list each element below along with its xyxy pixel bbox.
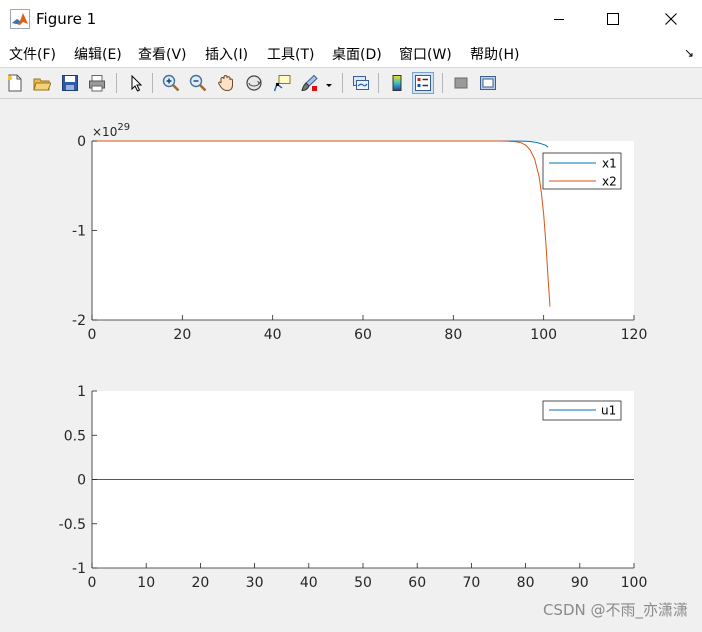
menu-tools[interactable]: 工具(T) — [267, 44, 314, 64]
x-tick-label: 30 — [246, 575, 264, 591]
toolbar-separator — [152, 73, 153, 93]
open-file-icon[interactable] — [31, 72, 53, 94]
legend-label-u1: u1 — [601, 404, 616, 418]
menu-edit[interactable]: 编辑(E) — [74, 44, 122, 64]
toolbar-separator — [442, 73, 443, 93]
menu-desktop[interactable]: 桌面(D) — [332, 44, 382, 64]
rotate-3d-icon[interactable] — [243, 72, 265, 94]
y-tick-label: -1 — [72, 224, 86, 240]
x-tick-label: 20 — [191, 575, 209, 591]
close-icon — [665, 13, 677, 25]
minimize-icon — [554, 19, 564, 20]
x-tick-label: 40 — [264, 327, 282, 343]
edit-plot-arrow-icon[interactable] — [125, 72, 147, 94]
menu-view[interactable]: 查看(V) — [138, 44, 187, 64]
axes-top[interactable]: 0 20 40 60 80 100 120 0 -1 -2 ×1029 x1 x2 — [72, 122, 647, 343]
menu-help[interactable]: 帮助(H) — [470, 44, 519, 64]
axes-bottom[interactable]: 0 10 20 30 40 50 60 70 80 90 100 1 0.5 0 -0.5 -1 u1 — [59, 384, 648, 591]
y-tick-label: 0 — [77, 473, 86, 489]
pan-hand-icon[interactable] — [215, 72, 237, 94]
x-tick-label: 90 — [571, 575, 589, 591]
toolbar-separator — [116, 73, 117, 93]
x-tick-label: 40 — [300, 575, 318, 591]
watermark: CSDN @不雨_亦潇潇 — [542, 601, 688, 619]
y-tick-label: 0 — [77, 134, 86, 150]
legend-label-x2: x2 — [602, 175, 617, 189]
x-tick-label: 0 — [88, 327, 97, 343]
exponent-label: ×1029 — [92, 122, 130, 139]
x-tick-label: 80 — [517, 575, 535, 591]
close-button[interactable] — [648, 0, 694, 38]
legend-bottom[interactable]: u1 — [542, 400, 622, 421]
insert-colorbar-icon[interactable] — [386, 72, 408, 94]
menu-insert[interactable]: 插入(I) — [205, 44, 248, 64]
figure-canvas: 0 20 40 60 80 100 120 0 -1 -2 ×1029 x1 x2 0 10 20 30… — [0, 99, 702, 628]
x-tick-label: 60 — [408, 575, 426, 591]
x-tick-label: 120 — [621, 327, 648, 343]
x-tick-label: 80 — [444, 327, 462, 343]
hide-plot-tools-icon[interactable] — [450, 72, 472, 94]
show-plot-tools-icon[interactable] — [477, 72, 499, 94]
legend-label-x1: x1 — [602, 157, 617, 171]
window-title: Figure 1 — [36, 10, 97, 28]
y-tick-label: -0.5 — [59, 517, 86, 533]
title-bar: Figure 1 — [0, 0, 702, 38]
figure-toolbar — [0, 67, 702, 99]
zoom-in-icon[interactable] — [160, 72, 182, 94]
maximize-button[interactable] — [590, 0, 636, 38]
x-tick-label: 100 — [530, 327, 557, 343]
matlab-logo-icon — [10, 9, 30, 29]
link-plot-icon[interactable] — [350, 72, 372, 94]
maximize-icon — [607, 13, 619, 25]
dock-arrow-icon[interactable]: ↘ — [684, 46, 694, 60]
x-tick-label: 10 — [137, 575, 155, 591]
brush-dropdown-icon[interactable] — [322, 72, 336, 94]
toolbar-separator — [342, 73, 343, 93]
legend-top[interactable]: x1 x2 — [542, 152, 622, 190]
menu-file[interactable]: 文件(F) — [9, 44, 56, 64]
x-tick-label: 50 — [354, 575, 372, 591]
save-icon[interactable] — [59, 72, 81, 94]
data-cursor-icon[interactable] — [271, 72, 293, 94]
plots-svg: 0 20 40 60 80 100 1200-1-2 ×1029 x1 x2 0 10 20 30… — [59, 122, 648, 591]
y-tick-label: 1 — [77, 384, 86, 400]
print-icon[interactable] — [86, 72, 108, 94]
minimize-button[interactable] — [536, 0, 582, 38]
y-tick-label: 0.5 — [64, 428, 86, 444]
new-figure-icon[interactable] — [4, 72, 26, 94]
x-tick-label: 0 — [88, 575, 97, 591]
menu-window[interactable]: 窗口(W) — [399, 44, 452, 64]
x-tick-label: 20 — [173, 327, 191, 343]
x-tick-label: 70 — [462, 575, 480, 591]
y-tick-label: -2 — [72, 313, 86, 329]
insert-legend-icon[interactable] — [412, 72, 434, 94]
y-tick-label: -1 — [72, 561, 86, 577]
brush-icon[interactable] — [298, 72, 320, 94]
x-tick-label: 100 — [621, 575, 648, 591]
x-tick-label: 60 — [354, 327, 372, 343]
toolbar-separator — [378, 73, 379, 93]
zoom-out-icon[interactable] — [187, 72, 209, 94]
menu-bar: 文件(F) 编辑(E) 查看(V) 插入(I) 工具(T) 桌面(D) 窗口(W… — [0, 38, 702, 67]
